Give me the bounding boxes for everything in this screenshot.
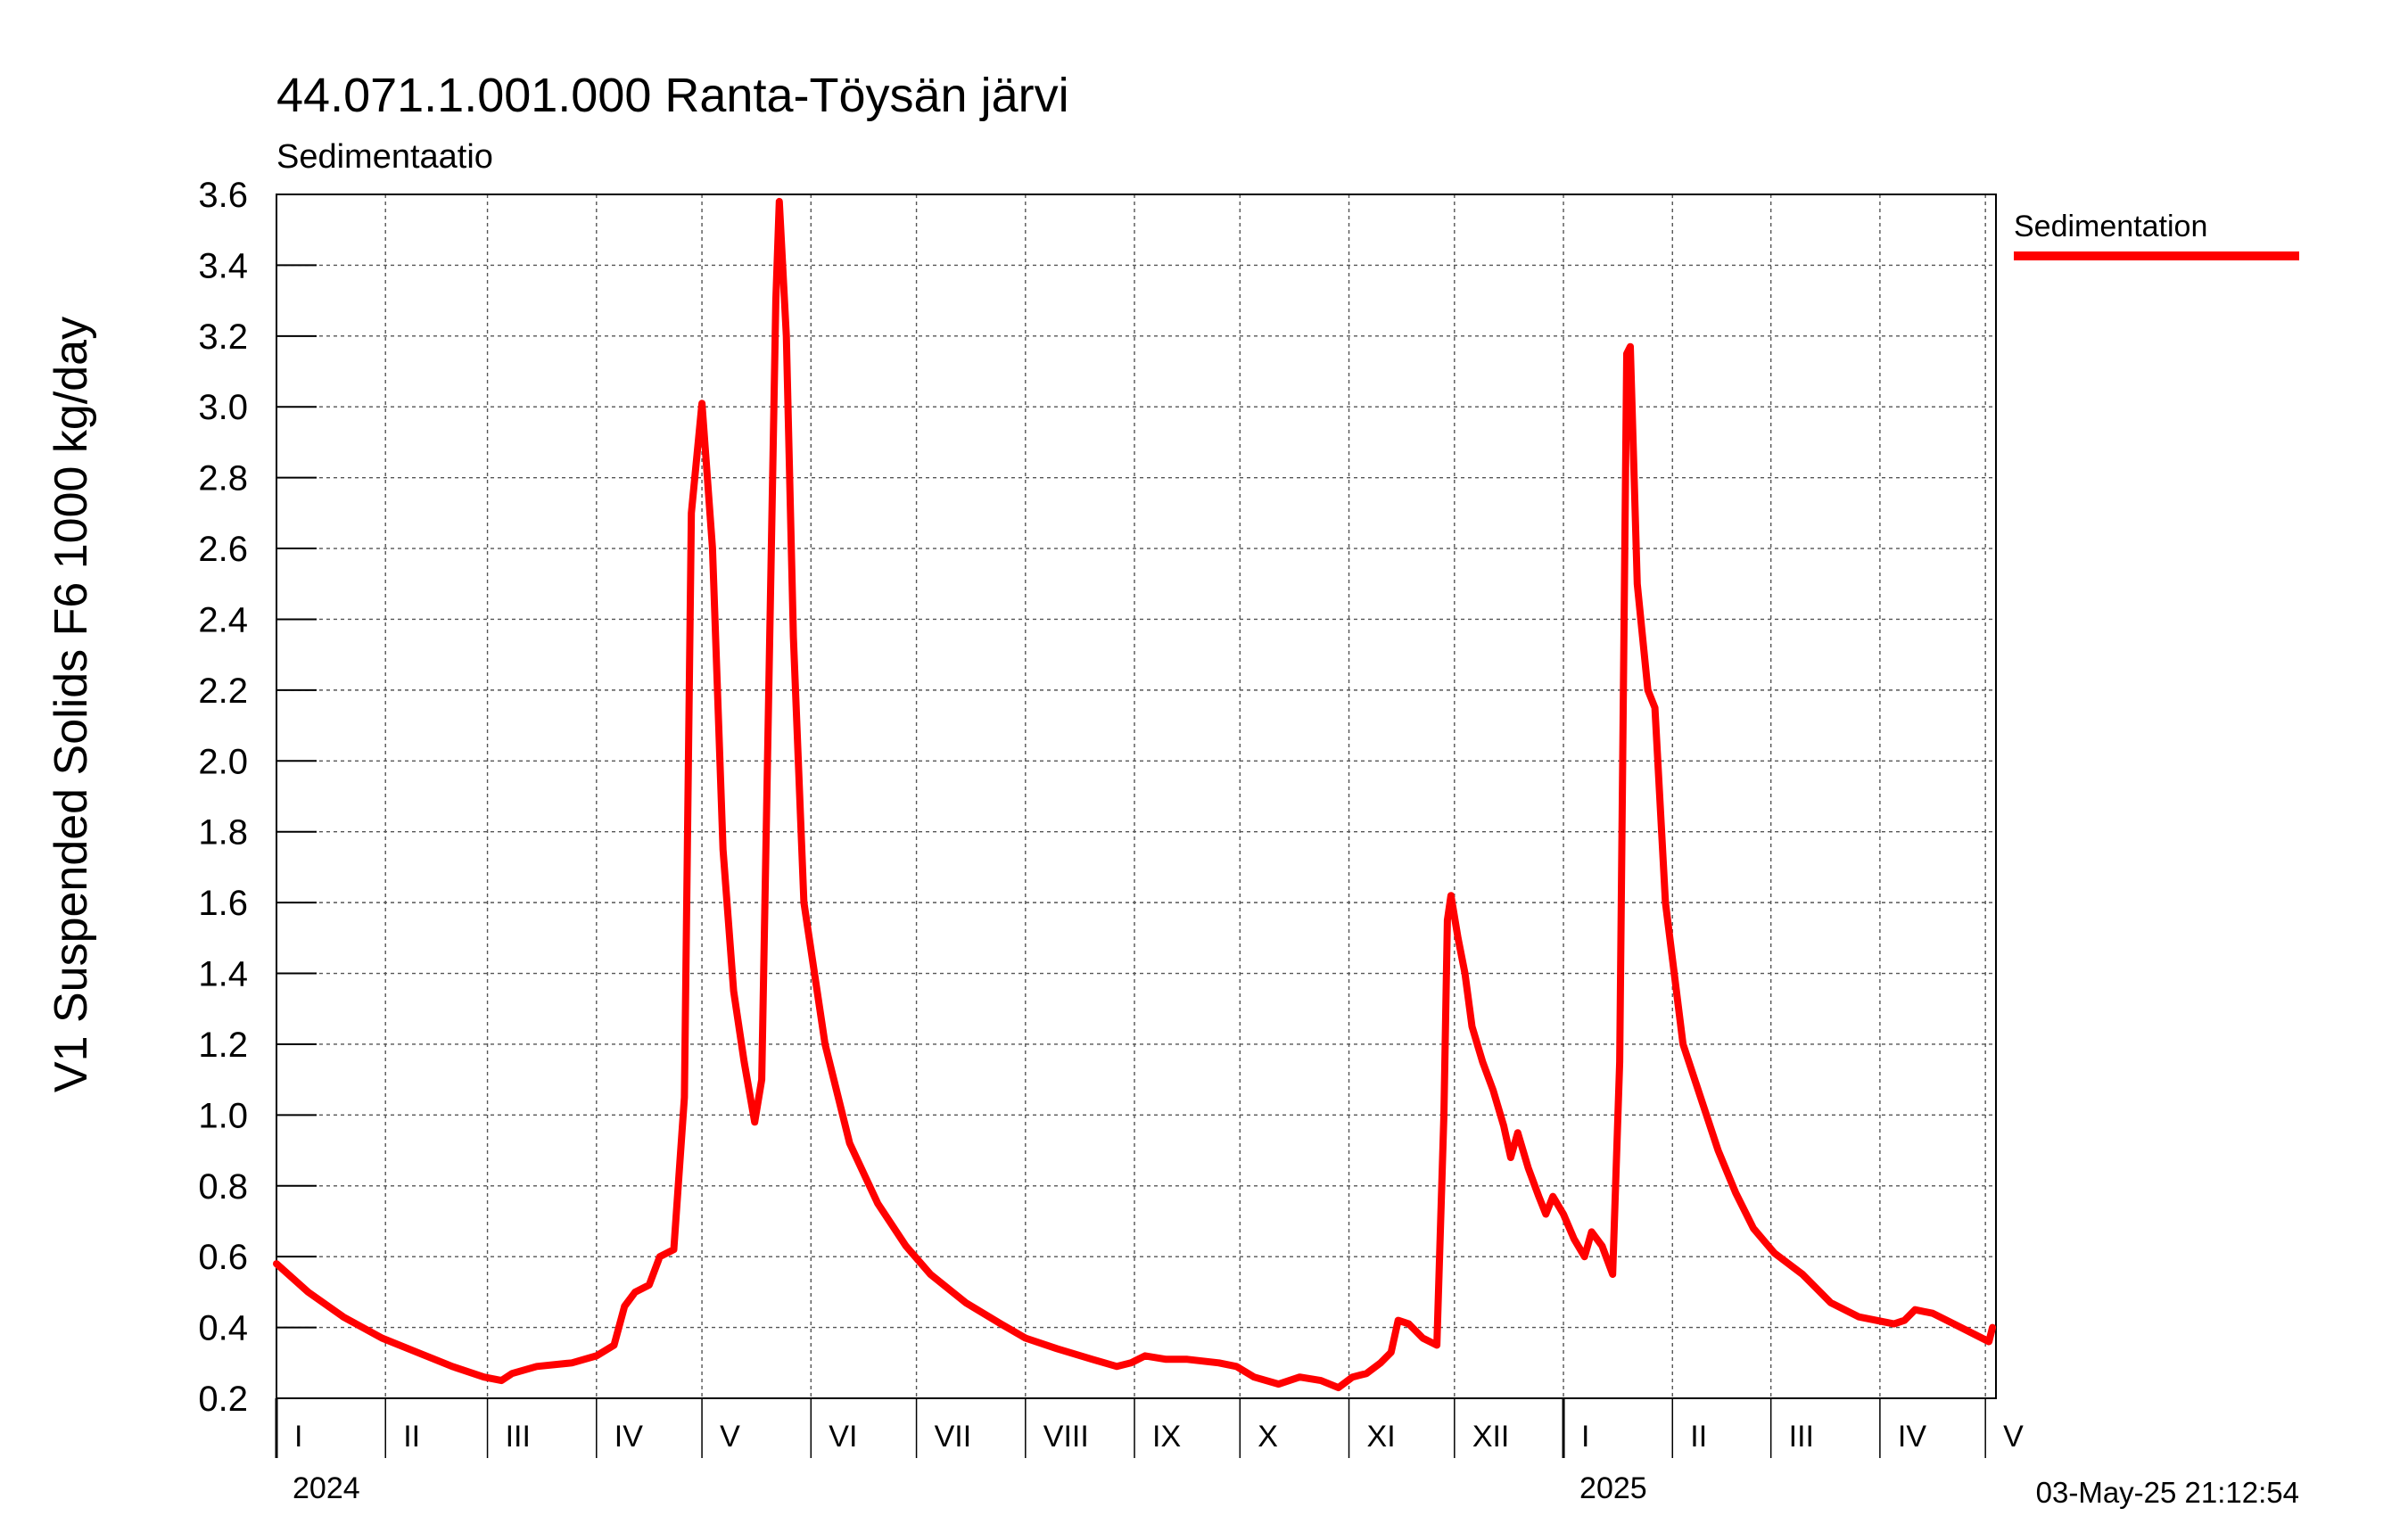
month-label: X [1258,1420,1278,1454]
month-label: IX [1152,1420,1181,1454]
chart-title: 44.071.1.001.000 Ranta-Töysän järvi [276,69,1069,122]
y-tick-label: 1.0 [198,1096,248,1135]
month-label: III [1789,1420,1814,1454]
month-label: I [294,1420,302,1454]
chart-canvas: 44.071.1.001.000 Ranta-Töysän järvi Sedi… [45,69,2299,1509]
year-label: 2024 [293,1471,360,1505]
y-tick-label: 1.6 [198,884,248,923]
y-tick-label: 2.8 [198,459,248,498]
y-tick-label: 1.4 [198,955,248,994]
y-tick-label: 2.6 [198,530,248,569]
month-label: XII [1472,1420,1510,1454]
plot-frame [276,194,1997,1399]
month-label: IV [614,1420,643,1454]
chart-subtitle: Sedimentaatio [276,138,493,176]
y-tick-label: 1.2 [198,1026,248,1065]
month-label: V [720,1420,740,1454]
legend-label: Sedimentation [2014,210,2207,243]
month-label: V [2003,1420,2024,1454]
y-tick-label: 2.2 [198,671,248,711]
y-tick-label: 2.0 [198,742,248,781]
timestamp: 03-May-25 21:12:54 [2036,1476,2299,1509]
y-axis-label: V1 Suspended Solids F6 1000 kg/day [45,317,97,1092]
y-tick-label: 3.4 [198,246,248,285]
legend: Sedimentation [2014,210,2299,260]
y-tick-label: 3.0 [198,388,248,427]
y-tick-label: 0.4 [198,1309,248,1348]
month-label: III [506,1420,531,1454]
month-label: II [1690,1420,1707,1454]
month-label: IV [1898,1420,1926,1454]
y-tick-label: 3.2 [198,317,248,357]
month-label: II [403,1420,420,1454]
month-label: I [1581,1420,1589,1454]
y-tick-label: 3.6 [198,176,248,215]
month-label: VII [935,1420,972,1454]
y-axis-ticks: 0.2 0.4 0.6 0.8 1.0 1.2 1.4 1.6 1.8 2.0 2.2 2.4 2.6 2… [198,176,317,1419]
month-label: XI [1367,1420,1396,1454]
month-label: VIII [1043,1420,1089,1454]
y-tick-label: 0.2 [198,1380,248,1419]
y-tick-label: 2.4 [198,600,248,639]
year-label: 2025 [1579,1471,1647,1505]
y-tick-label: 1.8 [198,813,248,853]
y-tick-label: 0.6 [198,1238,248,1277]
grid-lines [276,194,1996,1399]
y-tick-label: 0.8 [198,1167,248,1207]
x-axis: I II III IV V VI VII VIII IX X XI XII I II III IV V2024 2… [275,1398,2024,1505]
month-label: VI [829,1420,857,1454]
